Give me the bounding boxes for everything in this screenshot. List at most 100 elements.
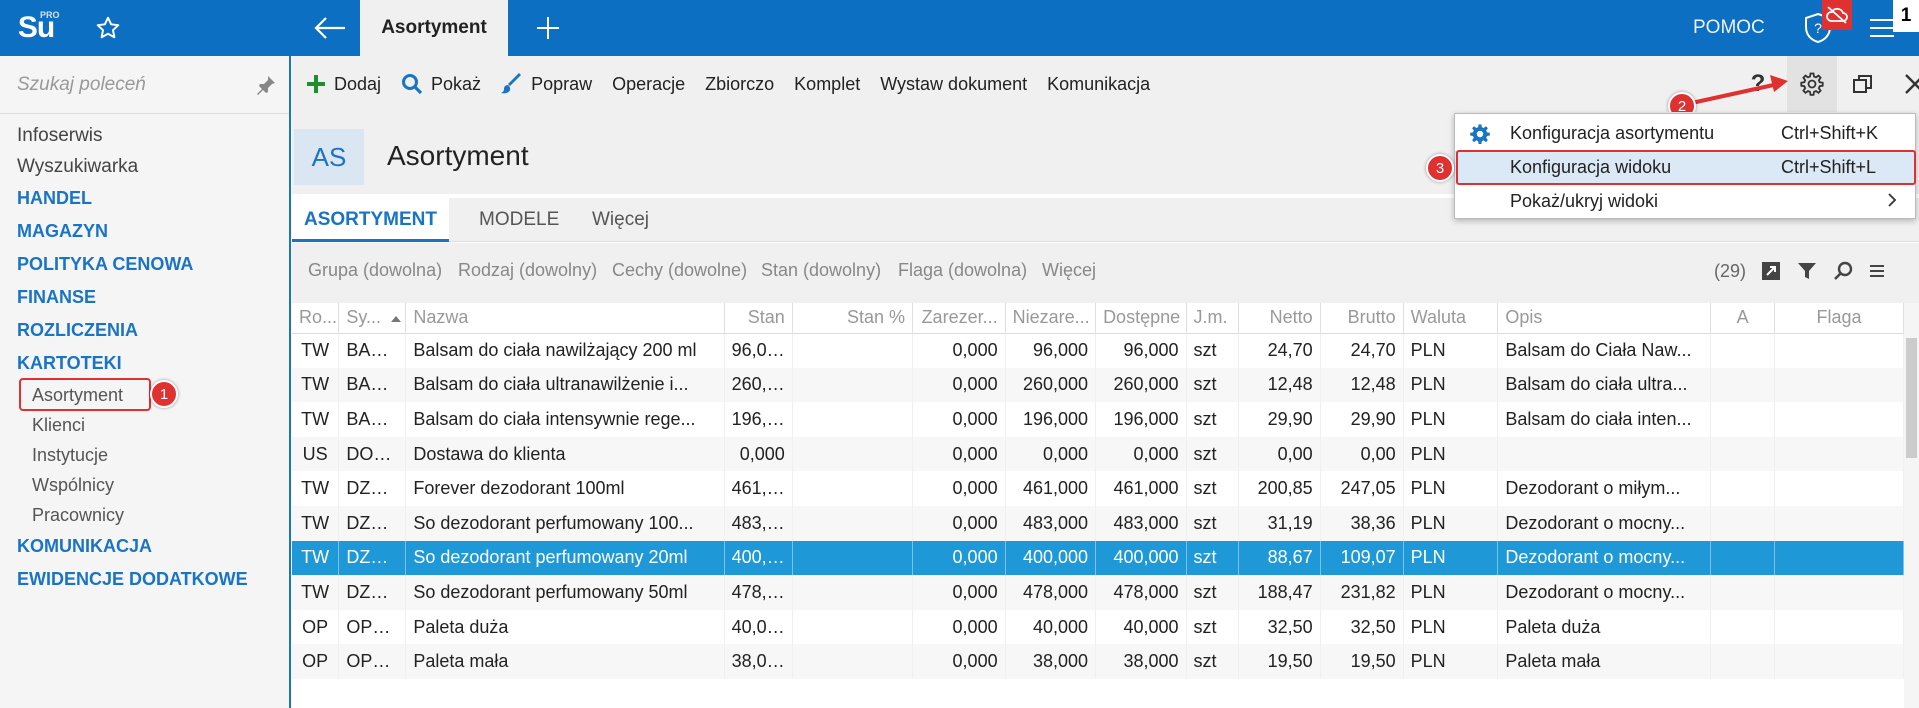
column-header[interactable]: Stan %: [792, 303, 914, 334]
table-cell: szt: [1186, 436, 1239, 472]
column-header[interactable]: A: [1710, 303, 1776, 334]
column-header[interactable]: Nazwa: [405, 303, 725, 334]
table-cell: Dezodorant o miłym...: [1497, 471, 1712, 506]
tab-wiecej[interactable]: Więcej: [592, 198, 649, 242]
communication-button[interactable]: Komunikacja: [1037, 56, 1160, 112]
column-header[interactable]: Ro...: [292, 303, 340, 334]
table-row[interactable]: OP OPKSK Paleta mała 38,000 0,000 38,000 38,00…: [292, 644, 1904, 679]
menu-item-config-assortment[interactable]: Konfiguracja asortymentu Ctrl+Shift+K: [1455, 117, 1915, 150]
column-header[interactable]: Brutto: [1320, 303, 1404, 334]
scrollbar-thumb[interactable]: [1906, 338, 1917, 458]
vertical-scrollbar[interactable]: [1904, 303, 1919, 708]
filter-kind[interactable]: Rodzaj (dowolny): [458, 243, 597, 297]
table-row[interactable]: TW BANA... Balsam do ciała nawilżający 200…: [292, 333, 1904, 368]
table-cell: 96,000: [1005, 333, 1097, 368]
sidebar-item-klienci[interactable]: Klienci: [0, 410, 289, 440]
filter-stock[interactable]: Stan (dowolny): [761, 243, 881, 297]
table-cell: [1710, 436, 1776, 472]
tab-modele[interactable]: MODELE: [479, 198, 559, 242]
app-logo[interactable]: Su PRO: [0, 0, 72, 56]
command-search-input[interactable]: Szukaj poleceń: [0, 56, 289, 114]
issue-document-button[interactable]: Wystaw dokument: [870, 56, 1037, 112]
notification-counter: 1: [1893, 0, 1919, 32]
table-row[interactable]: TW DZSO... So dezodorant perfumowany 100..…: [292, 505, 1904, 541]
edit-button[interactable]: Popraw: [491, 56, 602, 112]
sidebar-item-handel[interactable]: HANDEL: [0, 182, 289, 215]
table-cell: PLN: [1403, 436, 1499, 472]
add-label: Dodaj: [334, 73, 382, 94]
grid-search-icon[interactable]: [1832, 260, 1854, 282]
sidebar-item-rozliczenia[interactable]: ROZLICZENIA: [0, 314, 289, 347]
cloud-off-icon[interactable]: [1822, 0, 1852, 30]
favorites-star-icon[interactable]: [72, 0, 144, 56]
column-header[interactable]: Flaga: [1774, 303, 1904, 334]
hamburger-menu-icon[interactable]: [1868, 16, 1896, 40]
table-row[interactable]: TW BARE... Balsam do ciała intensywnie reg…: [292, 402, 1904, 437]
pin-icon[interactable]: [255, 74, 277, 96]
table-cell: 0,00: [1320, 436, 1404, 472]
column-header[interactable]: Niezare...: [1005, 303, 1097, 334]
table-row[interactable]: US DOST... Dostawa do klienta 0,000 0,000 0,0…: [292, 436, 1904, 472]
sidebar-item-pracownicy[interactable]: Pracownicy: [0, 500, 289, 530]
sidebar-item-ewidencje-dodatkowe[interactable]: EWIDENCJE DODATKOWE: [0, 563, 289, 596]
filter-more[interactable]: Więcej: [1042, 243, 1096, 297]
filter-features[interactable]: Cechy (dowolne): [612, 243, 747, 297]
sidebar-item-finanse[interactable]: FINANSE: [0, 281, 289, 314]
table-cell: szt: [1186, 644, 1239, 679]
table-cell: DZSO20: [338, 540, 407, 576]
operations-button[interactable]: Operacje: [602, 56, 695, 112]
table-cell: OPKKR: [338, 609, 407, 645]
column-header[interactable]: Waluta: [1403, 303, 1499, 334]
sidebar-item-wspólnicy[interactable]: Wspólnicy: [0, 470, 289, 500]
tab-asortyment[interactable]: Asortyment: [360, 0, 508, 56]
column-header[interactable]: J.m.: [1186, 303, 1239, 334]
new-tab-plus-icon[interactable]: [518, 0, 578, 56]
table-cell: 400,000: [1095, 540, 1187, 576]
column-header[interactable]: Netto: [1238, 303, 1321, 334]
bulk-button[interactable]: Zbiorczo: [695, 56, 784, 112]
back-arrow-icon[interactable]: [300, 0, 360, 56]
filter-group[interactable]: Grupa (dowolna): [308, 243, 442, 297]
menu-item-show-hide-views[interactable]: Pokaż/ukryj widoki: [1455, 185, 1915, 218]
table-cell: BANA...: [338, 367, 407, 403]
table-row[interactable]: TWDZSO50So dezodorant perfumowany 50ml47…: [292, 575, 1904, 610]
sidebar-item-magazyn[interactable]: MAGAZYN: [0, 215, 289, 248]
column-header[interactable]: Dostępne: [1095, 303, 1187, 334]
sidebar-item-infoserwis[interactable]: Infoserwis: [0, 120, 289, 151]
table-cell: szt: [1186, 540, 1239, 576]
help-link[interactable]: POMOC: [1693, 0, 1765, 56]
filter-funnel-icon[interactable]: [1796, 260, 1818, 282]
table-cell: PLN: [1403, 402, 1499, 437]
table-row[interactable]: TW DZFO... Forever dezodorant 100ml 461,000…: [292, 471, 1904, 506]
close-icon[interactable]: [1890, 56, 1919, 112]
sidebar-item-polityka-cenowa[interactable]: POLITYKA CENOWA: [0, 248, 289, 281]
table-cell: US: [292, 436, 340, 472]
table-cell: Dezodorant o mocny...: [1497, 505, 1712, 541]
table-row[interactable]: TW BANA... Balsam do ciała ultranawilżenie…: [292, 367, 1904, 403]
set-button[interactable]: Komplet: [784, 56, 870, 112]
add-button[interactable]: Dodaj: [292, 56, 391, 112]
sidebar-item-instytucje[interactable]: Instytucje: [0, 440, 289, 470]
callout-badge-1: 1: [150, 380, 178, 408]
show-button[interactable]: Pokaż: [391, 56, 491, 112]
table-row[interactable]: TWDZSO20So dezodorant perfumowany 20ml40…: [292, 540, 1904, 576]
column-header[interactable]: Sy...: [338, 303, 407, 334]
table-cell: 0,000: [724, 436, 793, 472]
column-menu-icon[interactable]: [1868, 262, 1886, 280]
grid-header-row: Ro... Sy... Nazwa Stan Stan % Zarezer... Nieza…: [292, 303, 1904, 334]
table-cell: Balsam do ciała nawilżający 200 ml: [405, 333, 725, 368]
sidebar-item-kartoteki[interactable]: KARTOTEKI: [0, 347, 289, 380]
menu-item-label: Konfiguracja asortymentu: [1510, 123, 1715, 143]
restore-window-icon[interactable]: [1838, 56, 1888, 112]
sidebar-item-wyszukiwarka[interactable]: Wyszukiwarka: [0, 151, 289, 182]
table-row[interactable]: OP OPKKR Paleta duża 40,000 0,000 40,000 40,00…: [292, 609, 1904, 645]
filter-flag[interactable]: Flaga (dowolna): [898, 243, 1027, 297]
table-cell: PLN: [1403, 333, 1499, 368]
column-header[interactable]: Stan: [724, 303, 793, 334]
tab-asortyment-list[interactable]: ASORTYMENT: [292, 198, 449, 242]
column-header[interactable]: Opis: [1497, 303, 1712, 334]
sidebar-item-komunikacja[interactable]: KOMUNIKACJA: [0, 530, 289, 563]
table-cell: [792, 505, 914, 541]
column-header[interactable]: Zarezer...: [912, 303, 1006, 334]
export-icon[interactable]: [1760, 260, 1782, 282]
